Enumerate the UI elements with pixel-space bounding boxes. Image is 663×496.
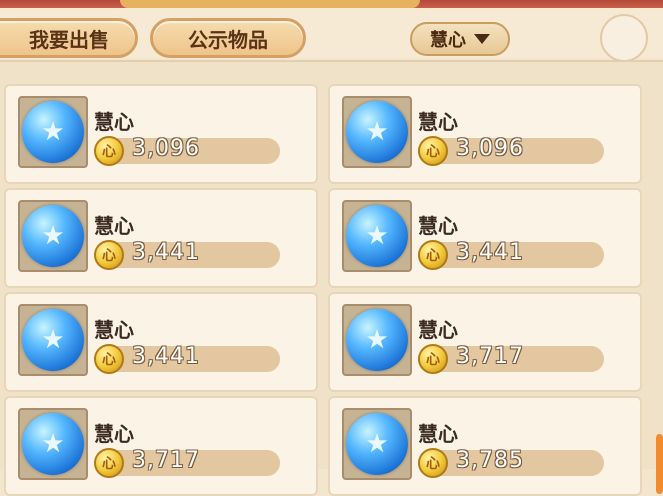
header-bar: 我要出售 公示物品 慧心 — [0, 8, 663, 62]
item-icon-frame: ★ — [18, 200, 88, 272]
gold-coin-icon: 心 — [94, 344, 124, 374]
item-icon-frame: ★ — [342, 96, 412, 168]
item-price: 3,785 — [456, 448, 524, 473]
listing-card[interactable]: ★ 慧心 心 3,785 — [328, 396, 642, 496]
gold-coin-icon: 心 — [418, 240, 448, 270]
item-name: 慧心 — [418, 110, 458, 134]
item-price: 3,441 — [132, 240, 200, 265]
item-price: 3,096 — [132, 136, 200, 161]
listing-card[interactable]: ★ 慧心 心 3,441 — [4, 292, 318, 392]
scrollbar-handle[interactable] — [656, 434, 663, 494]
blue-gem-icon: ★ — [22, 413, 84, 475]
tab-sell-label: 我要出售 — [29, 27, 109, 52]
blue-gem-icon: ★ — [346, 309, 408, 371]
blue-gem-icon: ★ — [346, 413, 408, 475]
gold-coin-icon: 心 — [94, 240, 124, 270]
listing-card[interactable]: ★ 慧心 心 3,441 — [4, 188, 318, 288]
gold-coin-icon: 心 — [418, 344, 448, 374]
item-name: 慧心 — [94, 318, 134, 342]
gold-coin-icon: 心 — [94, 136, 124, 166]
blue-gem-icon: ★ — [346, 205, 408, 267]
filter-dropdown[interactable]: 慧心 — [410, 22, 510, 56]
item-icon-frame: ★ — [18, 408, 88, 480]
item-name: 慧心 — [94, 110, 134, 134]
listing-card[interactable]: ★ 慧心 心 3,096 — [4, 84, 318, 184]
blue-gem-icon: ★ — [22, 205, 84, 267]
item-price: 3,441 — [456, 240, 524, 265]
tab-sell[interactable]: 我要出售 — [0, 18, 138, 58]
blue-gem-icon: ★ — [22, 101, 84, 163]
item-name: 慧心 — [418, 318, 458, 342]
gold-coin-icon: 心 — [418, 136, 448, 166]
item-name: 慧心 — [94, 422, 134, 446]
item-icon-frame: ★ — [18, 96, 88, 168]
tab-public-items[interactable]: 公示物品 — [150, 18, 306, 58]
item-icon-frame: ★ — [18, 304, 88, 376]
item-icon-frame: ★ — [342, 200, 412, 272]
listing-card[interactable]: ★ 慧心 心 3,096 — [328, 84, 642, 184]
item-icon-frame: ★ — [342, 408, 412, 480]
decorative-emblem — [600, 14, 648, 62]
blue-gem-icon: ★ — [22, 309, 84, 371]
listing-card[interactable]: ★ 慧心 心 3,441 — [328, 188, 642, 288]
item-name: 慧心 — [418, 422, 458, 446]
item-price: 3,441 — [132, 344, 200, 369]
tab-public-items-label: 公示物品 — [188, 27, 268, 52]
item-icon-frame: ★ — [342, 304, 412, 376]
item-price: 3,096 — [456, 136, 524, 161]
blue-gem-icon: ★ — [346, 101, 408, 163]
item-price: 3,717 — [456, 344, 524, 369]
filter-selected-label: 慧心 — [430, 30, 466, 51]
gold-coin-icon: 心 — [94, 448, 124, 478]
item-name: 慧心 — [418, 214, 458, 238]
listing-card[interactable]: ★ 慧心 心 3,717 — [328, 292, 642, 392]
caret-down-icon — [474, 34, 490, 44]
gold-coin-icon: 心 — [418, 448, 448, 478]
item-name: 慧心 — [94, 214, 134, 238]
listing-panel: ★ 慧心 心 3,096 ★ 慧心 心 3,096 ★ 慧心 心 3,441 ★… — [0, 60, 663, 496]
listing-card[interactable]: ★ 慧心 心 3,717 — [4, 396, 318, 496]
item-price: 3,717 — [132, 448, 200, 473]
